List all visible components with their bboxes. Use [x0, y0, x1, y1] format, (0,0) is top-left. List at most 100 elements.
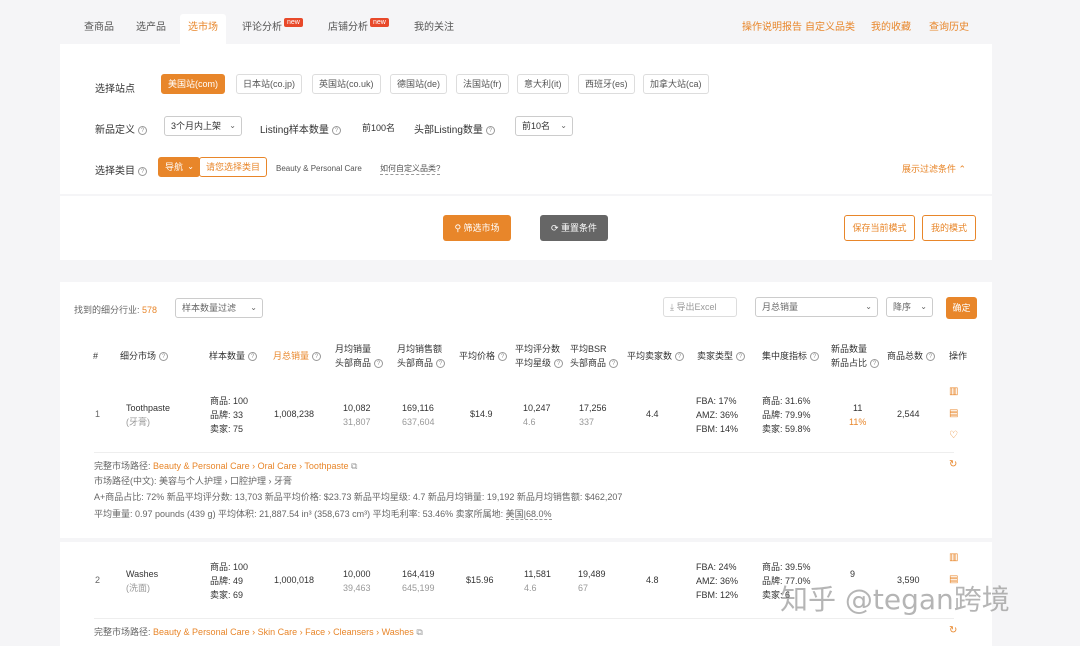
link-guide[interactable]: 操作说明报告 [742, 18, 802, 33]
sort-order-select[interactable]: 降序 ⌄ [886, 297, 933, 317]
tab-review-analysis[interactable]: 评论分析 new [242, 18, 303, 40]
copy-icon[interactable]: ⧉ [351, 461, 357, 471]
col-idx: # [93, 351, 99, 361]
reset-button[interactable]: ⟳ 重置条件 [540, 215, 608, 241]
new-def-select[interactable]: 3个月内上架 ⌄ [164, 116, 242, 136]
document-icon[interactable]: ▤ [949, 408, 958, 419]
avg-reviews: 11,581 4.6 [524, 567, 551, 595]
path-link[interactable]: Beauty & Personal Care › Skin Care › Fac… [153, 627, 414, 637]
toggle-filters[interactable]: 展示过滤条件 ⌃ [902, 162, 966, 175]
my-mode-button[interactable]: 我的模式 [922, 215, 976, 241]
help-icon: ? [609, 359, 619, 369]
col-avg-reviews[interactable]: 平均评分数 平均星级? [515, 342, 564, 370]
select-value: 降序 [893, 302, 912, 312]
site-es[interactable]: 西班牙(es) [578, 74, 635, 94]
stats-text: 平均重量: 0.97 pounds (439 g) 平均体积: 21,887.5… [94, 509, 504, 519]
col-label: 平均BSR [570, 344, 607, 354]
tab-select-market[interactable]: 选市场 [180, 14, 226, 44]
seller-fba: FBA: 24% [696, 562, 737, 572]
chart-icon[interactable]: ▥ [949, 386, 958, 397]
new-ratio: 11% [849, 417, 867, 427]
new-def-label: 新品定义? [95, 121, 147, 136]
sample-brands: 品牌: 49 [210, 576, 244, 586]
refresh-icon[interactable]: ↻ [949, 459, 957, 470]
chart-icon[interactable]: ▥ [949, 552, 958, 563]
row-idx: 1 [95, 409, 101, 419]
avg-revenue: 164,419 645,199 [402, 567, 435, 595]
sample-value[interactable]: 前100名 [362, 121, 395, 134]
confirm-button[interactable]: 确定 [946, 297, 977, 319]
category-pick[interactable]: 请您选择类目 [199, 157, 267, 177]
link-custom-category[interactable]: 自定义品类 [805, 18, 855, 33]
link-favorites[interactable]: 我的收藏 [871, 18, 911, 33]
market-en: Washes [126, 569, 159, 579]
col-concentration[interactable]: 集中度指标? [762, 349, 820, 363]
sort-field-select[interactable]: 月总销量 ⌄ [755, 297, 878, 317]
select-value: 月总销量 [762, 302, 799, 312]
category-type-select[interactable]: 导航 ⌄ [158, 157, 200, 177]
site-ca[interactable]: 加拿大站(ca) [643, 74, 709, 94]
heart-icon[interactable]: ♡ [949, 430, 958, 441]
market-path: 完整市场路径: Beauty & Personal Care › Oral Ca… [94, 459, 357, 473]
col-label: 月均销售额 [397, 344, 443, 354]
chevron-down-icon: ⌄ [187, 162, 194, 171]
filter-market-button[interactable]: ⚲ 筛选市场 [443, 215, 511, 241]
head-label: 头部Listing数量? [414, 121, 495, 136]
site-fr[interactable]: 法国站(fr) [456, 74, 509, 94]
col-avg-sellers[interactable]: 平均卖家数? [627, 349, 685, 363]
col-total[interactable]: 商品总数? [887, 349, 936, 363]
col-seller-type[interactable]: 卖家类型? [697, 349, 746, 363]
chevron-down-icon: ⌄ [920, 302, 927, 311]
col-monthly-sales[interactable]: 月总销量? [273, 349, 322, 363]
site-jp[interactable]: 日本站(co.jp) [236, 74, 303, 94]
row-divider [94, 452, 954, 453]
chevron-down-icon: ⌄ [250, 303, 257, 312]
button-label: 筛选市场 [463, 223, 500, 233]
refresh-icon[interactable]: ↻ [949, 625, 957, 636]
col-new-count[interactable]: 新品数量 新品占比? [831, 342, 880, 370]
col-label: 月总销量 [273, 351, 310, 361]
total-count: 2,544 [897, 409, 920, 419]
help-icon: ? [312, 352, 322, 362]
watermark: 知乎 @tegan跨境 [780, 583, 1010, 616]
col-avg-sales[interactable]: 月均销量 头部商品? [335, 342, 384, 370]
site-de[interactable]: 德国站(de) [390, 74, 448, 94]
site-it[interactable]: 意大利(it) [517, 74, 569, 94]
copy-icon[interactable]: ⧉ [416, 627, 422, 637]
path-link[interactable]: Beauty & Personal Care › Oral Care › Too… [153, 461, 348, 471]
market-name[interactable]: Washes (洗面) [126, 567, 158, 595]
link-history[interactable]: 查询历史 [929, 18, 969, 33]
seller-location[interactable]: 美国|68.0% [505, 509, 552, 520]
col-label: 样本数量 [209, 351, 246, 361]
help-icon[interactable]: ? [138, 166, 147, 176]
help-icon[interactable]: ? [138, 125, 147, 135]
sample-filter-select[interactable]: 样本数量过滤 ⌄ [175, 298, 263, 318]
tab-my-follow[interactable]: 我的关注 [414, 18, 454, 40]
tab-select-product[interactable]: 选产品 [136, 18, 166, 40]
site-uk[interactable]: 英国站(co.uk) [312, 74, 381, 94]
avg-reviews-value: 10,247 [523, 403, 551, 413]
col-ops: 操作 [949, 351, 968, 361]
col-label: 平均评分数 [515, 344, 561, 354]
avg-sales-value: 10,082 [343, 403, 371, 413]
help-icon[interactable]: ? [331, 125, 341, 135]
market-name[interactable]: Toothpaste (牙膏) [126, 401, 170, 429]
help-icon[interactable]: ? [485, 125, 495, 135]
col-avg-price[interactable]: 平均价格? [459, 349, 508, 363]
save-mode-button[interactable]: 保存当前模式 [844, 215, 915, 241]
col-market[interactable]: 细分市场? [120, 349, 169, 363]
category-help-link[interactable]: 如何自定义品类? [380, 163, 441, 175]
tab-search-product[interactable]: 查商品 [84, 18, 114, 40]
col-sample[interactable]: 样本数量? [209, 349, 258, 363]
path-label: 完整市场路径: [94, 627, 151, 637]
site-us[interactable]: 美国站(com) [161, 74, 225, 94]
col-avg-revenue[interactable]: 月均销售额 头部商品? [397, 342, 446, 370]
export-excel-button[interactable]: ⤓ 导出Excel [663, 297, 737, 317]
tab-store-analysis[interactable]: 店铺分析 new [328, 18, 389, 40]
market-cn: (洗面) [126, 583, 150, 593]
col-avg-bsr[interactable]: 平均BSR 头部商品? [570, 342, 619, 370]
avg-rev-head: 637,604 [402, 417, 435, 427]
help-icon: ? [675, 352, 685, 362]
col-label-2: 头部商品 [570, 358, 607, 368]
head-select[interactable]: 前10名 ⌄ [515, 116, 573, 136]
